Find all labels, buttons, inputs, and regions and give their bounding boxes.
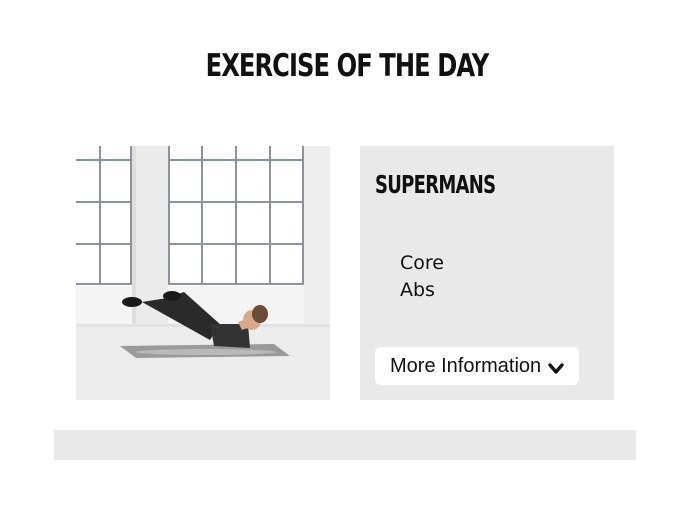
more-information-label: More Information xyxy=(390,354,542,377)
exercise-name: SUPERMANS xyxy=(375,170,496,199)
page: EXERCISE OF THE DAY SUPERMANS Core Abs M… xyxy=(0,0,694,518)
section-title: EXERCISE OF THE DAY xyxy=(205,48,490,84)
exercise-info-card: SUPERMANS Core Abs More Information xyxy=(360,146,614,400)
muscle-list: Core Abs xyxy=(400,250,444,304)
exercise-photo-illustration xyxy=(76,146,330,400)
muscle-item-abs: Abs xyxy=(400,279,435,301)
bottom-bar xyxy=(54,430,636,460)
muscle-item-core: Core xyxy=(400,252,444,274)
exercise-photo xyxy=(76,146,330,400)
chevron-down-icon xyxy=(547,359,565,374)
more-information-button[interactable]: More Information xyxy=(375,347,579,385)
